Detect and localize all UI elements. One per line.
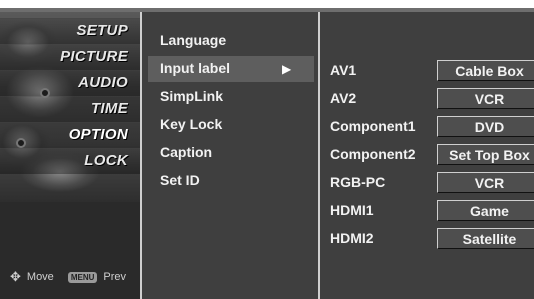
source-label-hdmi1: HDMI1 xyxy=(330,202,374,218)
menu-item-lock[interactable]: LOCK xyxy=(84,152,128,169)
label-value-component2[interactable]: Set Top Box xyxy=(437,144,534,165)
right-arrow-icon: ▶ xyxy=(282,62,292,76)
navigation-hint: ✥ Move MENU Prev xyxy=(10,269,126,285)
label-value-rgb-pc[interactable]: VCR xyxy=(437,172,534,193)
submenu-item-simplink[interactable]: SimpLink xyxy=(160,88,223,104)
input-label-panel: AV1 Cable Box AV2 VCR Component1 DVD Com… xyxy=(318,12,534,299)
option-submenu: Language Input label ▶ SimpLink Key Lock… xyxy=(140,12,318,299)
prev-label: Prev xyxy=(103,271,126,283)
submenu-item-key-lock[interactable]: Key Lock xyxy=(160,116,222,132)
top-margin xyxy=(0,0,534,8)
source-label-component1: Component1 xyxy=(330,118,416,134)
tv-osd-screen: SETUP PICTURE AUDIO TIME OPTION LOCK ✥ M… xyxy=(0,0,534,299)
source-label-component2: Component2 xyxy=(330,146,416,162)
move-arrows-icon: ✥ xyxy=(10,269,21,284)
submenu-item-set-id[interactable]: Set ID xyxy=(160,172,200,188)
submenu-item-caption[interactable]: Caption xyxy=(160,144,212,160)
label-value-av2[interactable]: VCR xyxy=(437,88,534,109)
source-label-av2: AV2 xyxy=(330,90,357,106)
label-value-av1[interactable]: Cable Box xyxy=(437,60,534,81)
menu-item-setup[interactable]: SETUP xyxy=(76,22,128,39)
submenu-item-language[interactable]: Language xyxy=(160,32,226,48)
label-value-hdmi2[interactable]: Satellite xyxy=(437,228,534,249)
main-menu: SETUP PICTURE AUDIO TIME OPTION LOCK ✥ M… xyxy=(0,12,140,299)
label-value-component1[interactable]: DVD xyxy=(437,116,534,137)
menu-item-option[interactable]: OPTION xyxy=(69,126,128,143)
submenu-item-input-label[interactable]: Input label xyxy=(160,60,230,76)
menu-item-picture[interactable]: PICTURE xyxy=(60,48,128,65)
disc-icon xyxy=(40,88,50,98)
disc-icon xyxy=(16,138,26,148)
menu-item-audio[interactable]: AUDIO xyxy=(78,74,128,91)
label-value-hdmi1[interactable]: Game xyxy=(437,200,534,221)
source-label-av1: AV1 xyxy=(330,62,357,78)
move-label: Move xyxy=(26,271,54,283)
menu-item-time[interactable]: TIME xyxy=(91,100,128,117)
source-label-hdmi2: HDMI2 xyxy=(330,230,374,246)
menu-key-icon: MENU xyxy=(67,271,98,283)
source-label-rgb-pc: RGB-PC xyxy=(330,174,386,190)
